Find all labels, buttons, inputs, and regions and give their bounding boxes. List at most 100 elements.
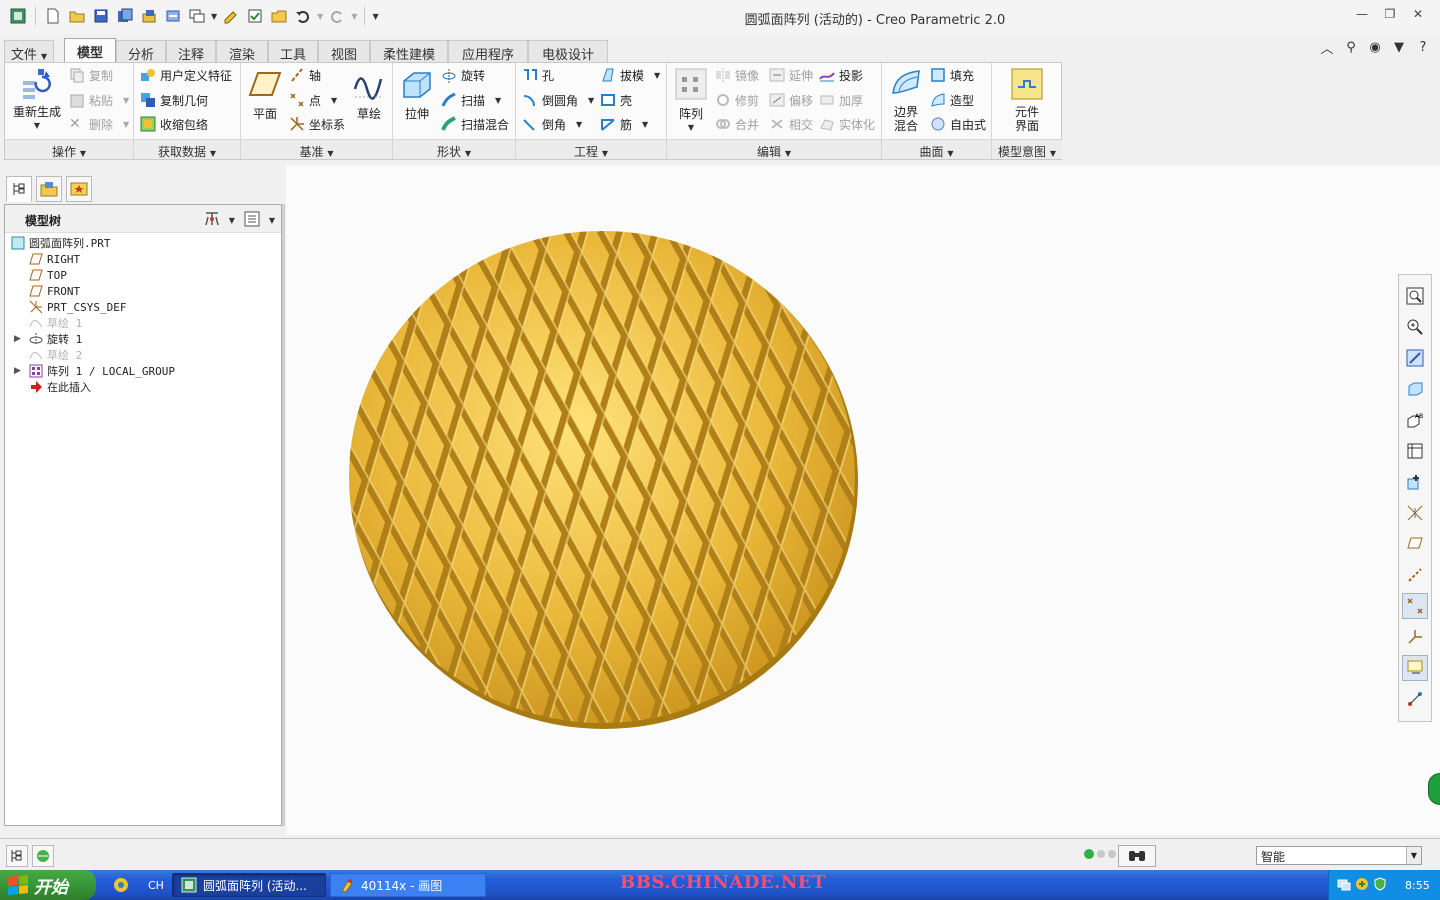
redo-dropdown-icon[interactable]: ▼	[351, 12, 357, 21]
tab-applications[interactable]: 应用程序	[448, 40, 528, 63]
show-options-icon[interactable]	[243, 210, 261, 231]
pattern-button[interactable]: 阵列 ▼	[671, 67, 711, 135]
datum-display-filter-icon[interactable]	[1402, 500, 1428, 526]
revolve-button[interactable]: 旋转	[441, 65, 485, 85]
extend-button[interactable]: 延伸	[769, 65, 813, 85]
network-icon[interactable]	[1337, 877, 1351, 894]
mirror-button[interactable]: 镜像	[715, 65, 759, 85]
annotation-display-icon[interactable]	[1402, 655, 1428, 681]
windows-dropdown-icon[interactable]: ▼	[211, 12, 217, 21]
component-interface-button[interactable]: 元件 界面	[1002, 67, 1052, 133]
fill-button[interactable]: 填充	[930, 65, 974, 85]
regenerate-quick-icon[interactable]	[221, 6, 241, 26]
copy-geometry-button[interactable]: 复制几何	[140, 90, 208, 110]
repaint-icon[interactable]	[1402, 376, 1428, 402]
axis-display-icon[interactable]	[1402, 562, 1428, 588]
csys-display-icon[interactable]	[1402, 624, 1428, 650]
tree-item-insert-here[interactable]: 在此插入	[29, 379, 91, 395]
toggle-navigator-icon[interactable]	[6, 845, 28, 867]
boundary-blend-button[interactable]: 边界 混合	[886, 67, 926, 133]
merge-button[interactable]: 合并	[715, 114, 759, 134]
tab-view[interactable]: 视图	[318, 40, 370, 63]
favorites-tab-icon[interactable]	[66, 176, 92, 202]
sweep-button[interactable]: 扫描 ▼	[441, 90, 501, 110]
chevron-down-icon[interactable]: ▼	[229, 216, 235, 225]
draft-button[interactable]: 拔模 ▼	[600, 65, 660, 85]
customize-qat-icon[interactable]: ▼	[372, 12, 378, 21]
plane-button[interactable]: 平面	[245, 67, 285, 121]
chamfer-button[interactable]: 倒角 ▼	[522, 114, 582, 134]
swept-blend-button[interactable]: 扫描混合	[441, 114, 509, 134]
shell-button[interactable]: 壳	[600, 90, 632, 110]
expand-arrow-icon[interactable]: ▶	[14, 366, 24, 376]
minimize-icon[interactable]: —	[1354, 6, 1370, 22]
redo-icon[interactable]	[327, 6, 347, 26]
view-manager-icon[interactable]	[1402, 469, 1428, 495]
app-menu-icon[interactable]	[8, 6, 28, 26]
tree-item-right[interactable]: RIGHT	[29, 251, 80, 267]
taskbar-item-paint[interactable]: 40114x - 画图	[330, 873, 486, 897]
style-button[interactable]: 造型	[930, 90, 974, 110]
tab-model[interactable]: 模型	[64, 38, 116, 62]
start-button[interactable]: 开始	[0, 870, 96, 900]
tree-item-csys[interactable]: PRT_CSYS_DEF	[29, 299, 126, 315]
language-indicator[interactable]: CH	[144, 873, 172, 897]
restore-icon[interactable]: ❐	[1382, 6, 1398, 22]
security-shield-icon[interactable]	[1373, 876, 1387, 894]
group-surfaces-label[interactable]: 曲面 ▼	[882, 139, 991, 159]
windows-icon[interactable]	[187, 6, 207, 26]
tab-analysis[interactable]: 分析	[116, 40, 166, 63]
point-button[interactable]: 点 ▼	[289, 90, 337, 110]
chevron-down-icon[interactable]: ▼	[1390, 38, 1408, 56]
zoom-out-icon[interactable]	[1402, 345, 1428, 371]
tab-flexible-modeling[interactable]: 柔性建模	[370, 40, 448, 63]
freestyle-button[interactable]: 自由式	[930, 114, 986, 134]
taskbar-item-creo[interactable]: 圆弧面阵列 (活动...	[172, 873, 326, 897]
tab-electrode-design[interactable]: 电极设计	[528, 40, 608, 63]
thicken-button[interactable]: 加厚	[819, 90, 863, 110]
find-icon[interactable]	[1118, 845, 1156, 867]
hole-button[interactable]: 孔	[522, 65, 554, 85]
sketch-button[interactable]: 草绘	[349, 67, 389, 121]
save-copy-icon[interactable]	[115, 6, 135, 26]
checklist-icon[interactable]	[245, 6, 265, 26]
tab-tools[interactable]: 工具	[268, 40, 318, 63]
quick-launch-icon[interactable]	[108, 873, 136, 897]
tree-item-sketch-2[interactable]: 草绘 2	[29, 347, 82, 363]
group-get-data-label[interactable]: 获取数据 ▼	[134, 139, 240, 159]
community-icon[interactable]: ◉	[1366, 38, 1384, 56]
undo-icon[interactable]	[293, 6, 313, 26]
tree-item-part[interactable]: 圆弧面阵列.PRT	[11, 235, 111, 251]
tab-render[interactable]: 渲染	[216, 40, 268, 63]
plane-display-icon[interactable]	[1402, 531, 1428, 557]
trim-button[interactable]: 修剪	[715, 90, 759, 110]
spin-center-icon[interactable]	[1402, 686, 1428, 712]
collapse-ribbon-icon[interactable]: ︿	[1318, 38, 1336, 57]
tab-file[interactable]: 文件 ▼	[4, 40, 54, 63]
settings-icon[interactable]	[203, 210, 221, 231]
group-operations-label[interactable]: 操作 ▼	[5, 139, 133, 159]
intersect-button[interactable]: 相交	[769, 114, 813, 134]
solidify-button[interactable]: 实体化	[819, 114, 875, 134]
help-icon[interactable]: ?	[1414, 38, 1432, 56]
selection-filter-select[interactable]: 智能 ▼	[1256, 846, 1422, 865]
delete-button[interactable]: ✕ 删除 ▼	[69, 114, 129, 134]
shrinkwrap-button[interactable]: 收缩包络	[140, 114, 208, 134]
paste-button[interactable]: 粘贴 ▼	[69, 90, 129, 110]
panel-splitter[interactable]	[282, 204, 285, 826]
group-shapes-label[interactable]: 形状 ▼	[393, 139, 515, 159]
open-file-icon[interactable]	[67, 6, 87, 26]
backup-icon[interactable]	[139, 6, 159, 26]
offset-button[interactable]: 偏移	[769, 90, 813, 110]
rename-icon[interactable]	[163, 6, 183, 26]
undo-dropdown-icon[interactable]: ▼	[317, 12, 323, 21]
saved-orientations-icon[interactable]	[1402, 438, 1428, 464]
zoom-in-icon[interactable]	[1402, 314, 1428, 340]
tree-item-top[interactable]: TOP	[29, 267, 67, 283]
tree-item-pattern-1[interactable]: 阵列 1 / LOCAL_GROUP	[29, 363, 175, 379]
browser-icon[interactable]	[32, 845, 54, 867]
chevron-down-icon[interactable]: ▼	[269, 216, 275, 225]
point-display-icon[interactable]	[1402, 593, 1428, 619]
rib-button[interactable]: 筋 ▼	[600, 114, 648, 134]
graphics-window[interactable]	[286, 165, 1440, 835]
